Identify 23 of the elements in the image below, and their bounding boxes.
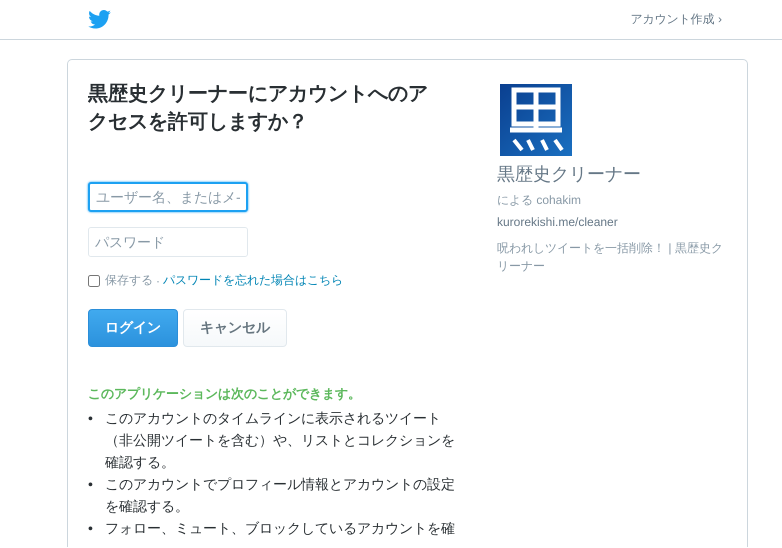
bird-icon[interactable] [88, 10, 111, 29]
app-description: 呪われしツイートを一括削除！ | 黒歴史クリーナー [497, 240, 724, 275]
password-field[interactable]: パスワード [88, 227, 248, 257]
cancel-button[interactable]: キャンセル [183, 309, 287, 347]
remember-label: 保存する [105, 272, 153, 289]
login-button[interactable]: ログイン [88, 309, 178, 347]
permission-item: このアカウントでプロフィール情報とアカウントの設定を確認する。 [105, 475, 456, 516]
app-logo-icon [500, 84, 572, 156]
bullet: • [88, 519, 94, 538]
forgot-password-link[interactable]: パスワードを忘れた場合はこちら [163, 272, 343, 289]
permission-item: フォロー、ミュート、ブロックしているアカウントを確 [105, 519, 456, 538]
bullet: • [88, 475, 94, 494]
app-name: 黒歴史クリーナー [497, 163, 642, 186]
app-url: kurorekishi.me/cleaner [497, 215, 619, 229]
signup-link[interactable]: アカウント作成 › [630, 11, 722, 28]
page-title: 黒歴史クリーナーにアカウントへのアクセスを許可しますか？ [88, 82, 429, 135]
username-field[interactable]: ユーザー名、またはメ- [88, 182, 248, 212]
permissions-heading: このアプリケーションは次のことができます。 [88, 385, 362, 403]
permission-item: このアカウントのタイムラインに表示されるツイート（非公開ツイートを含む）や、リストとコレクションを確認する。 [105, 409, 456, 472]
separator-dot: · [156, 274, 160, 288]
bullet: • [88, 409, 94, 428]
remember-checkbox[interactable] [88, 274, 100, 286]
app-author: による cohakim [497, 192, 582, 209]
